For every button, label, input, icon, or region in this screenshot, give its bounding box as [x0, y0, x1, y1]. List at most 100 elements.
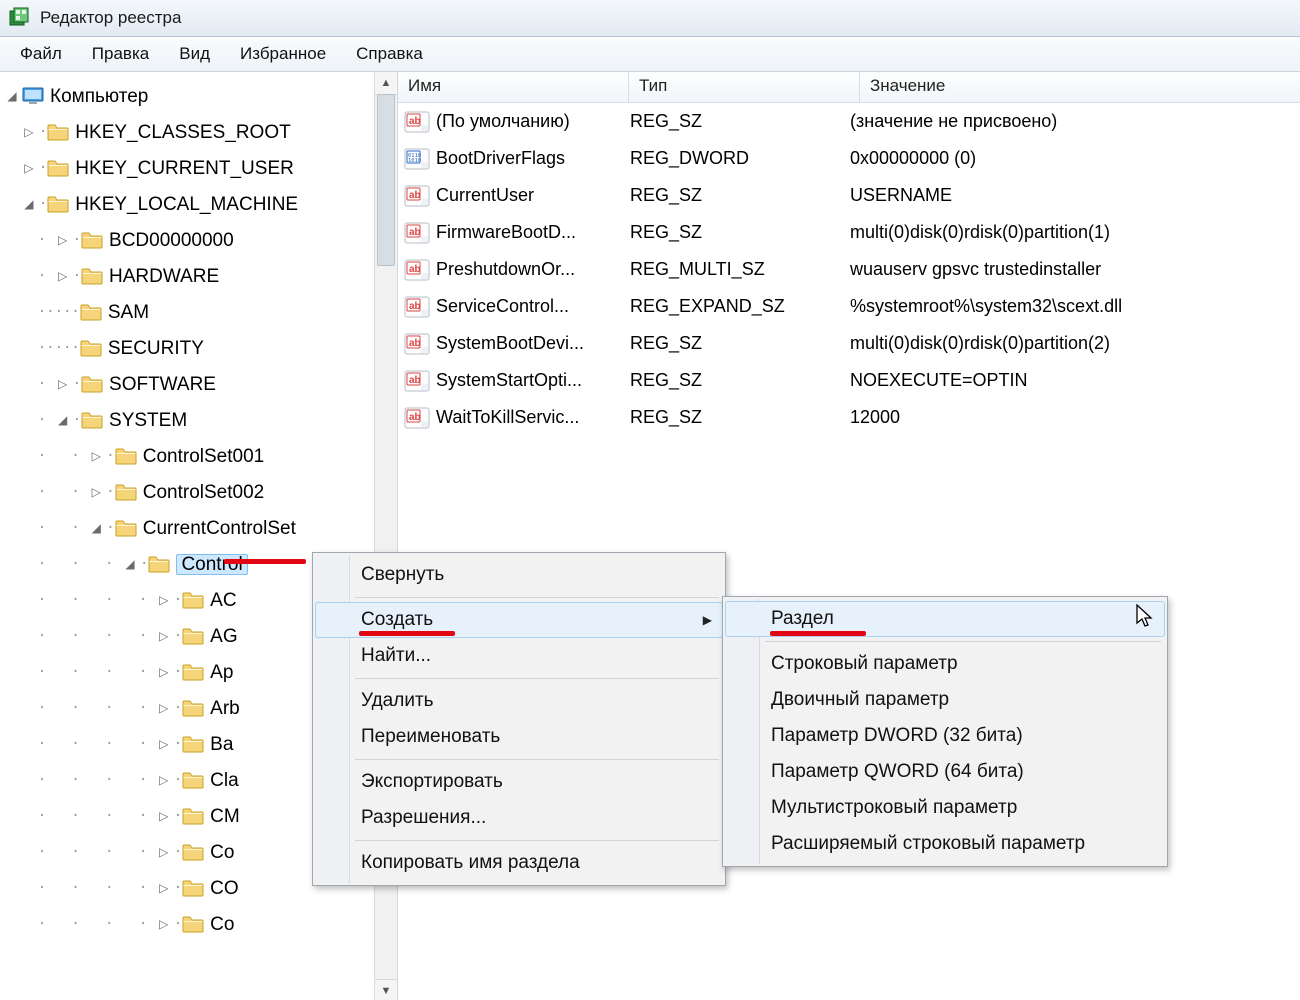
- ctx-perms[interactable]: Разрешения...: [315, 800, 723, 836]
- tree-system[interactable]: · ◢· SYSTEM: [4, 402, 397, 438]
- annotation-underline-create: [359, 631, 455, 636]
- value-type-icon: [404, 222, 430, 244]
- folder-icon: [182, 735, 204, 753]
- value-data: 12000: [850, 407, 1300, 428]
- ctx-create-label: Создать: [361, 609, 433, 630]
- value-type-icon: [404, 370, 430, 392]
- value-type: REG_DWORD: [630, 148, 850, 169]
- value-type: REG_SZ: [630, 407, 850, 428]
- submenu-arrow-icon: ▶: [703, 613, 712, 627]
- col-name[interactable]: Имя: [398, 72, 629, 102]
- folder-icon: [182, 915, 204, 933]
- tree-node-label: AG: [210, 627, 237, 646]
- value-name: PreshutdownOr...: [436, 259, 630, 280]
- tree-software[interactable]: · ▷· SOFTWARE: [4, 366, 397, 402]
- value-row[interactable]: FirmwareBootD...REG_SZmulti(0)disk(0)rdi…: [398, 214, 1300, 251]
- value-row[interactable]: (По умолчанию)REG_SZ(значение не присвое…: [398, 103, 1300, 140]
- value-data: %systemroot%\system32\scext.dll: [850, 296, 1300, 317]
- value-type: REG_EXPAND_SZ: [630, 296, 850, 317]
- window-title: Редактор реестра: [40, 8, 181, 28]
- col-type[interactable]: Тип: [629, 72, 860, 102]
- value-type-icon: [404, 185, 430, 207]
- registry-editor-window: Редактор реестра Файл Правка Вид Избранн…: [0, 0, 1300, 1000]
- tree-node-label: Arb: [210, 699, 240, 718]
- value-data: NOEXECUTE=OPTIN: [850, 370, 1300, 391]
- value-type-icon: [404, 259, 430, 281]
- tree-node-label: CO: [210, 879, 239, 898]
- menu-favorites[interactable]: Избранное: [226, 40, 340, 68]
- folder-icon: [47, 123, 69, 141]
- folder-icon: [81, 231, 103, 249]
- scroll-thumb[interactable]: [377, 94, 395, 266]
- tree-hklm[interactable]: ◢· HKEY_LOCAL_MACHINE: [4, 186, 397, 222]
- menu-file[interactable]: Файл: [6, 40, 76, 68]
- context-menu-main: Свернуть Создать ▶ Найти... Удалить Пере…: [312, 552, 726, 886]
- value-type: REG_SZ: [630, 111, 850, 132]
- value-data: wuauserv gpsvc trustedinstaller: [850, 259, 1300, 280]
- ctx-sub-qword[interactable]: Параметр QWORD (64 бита): [725, 754, 1165, 790]
- menubar: Файл Правка Вид Избранное Справка: [0, 37, 1300, 72]
- value-name: CurrentUser: [436, 185, 630, 206]
- tree-root-computer[interactable]: ◢ Компьютер: [4, 78, 397, 114]
- ctx-delete[interactable]: Удалить: [315, 683, 723, 719]
- ctx-find[interactable]: Найти...: [315, 638, 723, 674]
- value-row[interactable]: SystemBootDevi...REG_SZmulti(0)disk(0)rd…: [398, 325, 1300, 362]
- value-name: WaitToKillServic...: [436, 407, 630, 428]
- value-name: SystemBootDevi...: [436, 333, 630, 354]
- value-row[interactable]: CurrentUserREG_SZUSERNAME: [398, 177, 1300, 214]
- titlebar[interactable]: Редактор реестра: [0, 0, 1300, 37]
- values-header[interactable]: Имя Тип Значение: [398, 72, 1300, 103]
- tree-node-label: Ba: [210, 735, 233, 754]
- tree-hkcr[interactable]: ▷· HKEY_CLASSES_ROOT: [4, 114, 397, 150]
- value-row[interactable]: WaitToKillServic...REG_SZ12000: [398, 399, 1300, 436]
- tree-node-label: CM: [210, 807, 240, 826]
- tree-currentcontrolset[interactable]: · · ◢· CurrentControlSet: [4, 510, 397, 546]
- value-row[interactable]: BootDriverFlagsREG_DWORD0x00000000 (0): [398, 140, 1300, 177]
- tree-sam[interactable]: ····· SAM: [4, 294, 397, 330]
- folder-icon: [148, 555, 170, 573]
- ctx-sub-expand[interactable]: Расширяемый строковый параметр: [725, 826, 1165, 862]
- ctx-sub-dword[interactable]: Параметр DWORD (32 бита): [725, 718, 1165, 754]
- tree-security[interactable]: ····· SECURITY: [4, 330, 397, 366]
- tree-hardware[interactable]: · ▷· HARDWARE: [4, 258, 397, 294]
- menu-view[interactable]: Вид: [165, 40, 224, 68]
- tree-bcd[interactable]: · ▷· BCD00000000: [4, 222, 397, 258]
- scroll-up-icon[interactable]: ▲: [375, 72, 397, 95]
- ctx-collapse[interactable]: Свернуть: [315, 557, 723, 593]
- value-row[interactable]: PreshutdownOr...REG_MULTI_SZwuauserv gps…: [398, 251, 1300, 288]
- tree-controlset002[interactable]: · · ▷· ControlSet002: [4, 474, 397, 510]
- tree-control-child[interactable]: · · · · ▷·Co: [4, 906, 397, 942]
- value-row[interactable]: ServiceControl...REG_EXPAND_SZ%systemroo…: [398, 288, 1300, 325]
- value-type-icon: [404, 111, 430, 133]
- value-row[interactable]: SystemStartOpti...REG_SZ NOEXECUTE=OPTIN: [398, 362, 1300, 399]
- folder-icon: [182, 627, 204, 645]
- tree-controlset001[interactable]: · · ▷· ControlSet001: [4, 438, 397, 474]
- tree-hkcu[interactable]: ▷· HKEY_CURRENT_USER: [4, 150, 397, 186]
- computer-icon: [22, 87, 44, 105]
- value-name: BootDriverFlags: [436, 148, 630, 169]
- menu-help[interactable]: Справка: [342, 40, 437, 68]
- tree-node-label: AC: [210, 591, 236, 610]
- value-type-icon: [404, 148, 430, 170]
- value-name: (По умолчанию): [436, 111, 630, 132]
- context-menu-create-submenu: Раздел Строковый параметр Двоичный парам…: [722, 596, 1168, 867]
- folder-icon: [115, 483, 137, 501]
- scroll-down-icon[interactable]: ▼: [375, 979, 397, 1000]
- mouse-cursor-icon: [1136, 604, 1156, 630]
- folder-icon: [182, 663, 204, 681]
- ctx-export[interactable]: Экспортировать: [315, 764, 723, 800]
- folder-icon: [81, 411, 103, 429]
- value-name: ServiceControl...: [436, 296, 630, 317]
- menu-edit[interactable]: Правка: [78, 40, 163, 68]
- value-type: REG_SZ: [630, 222, 850, 243]
- ctx-rename[interactable]: Переименовать: [315, 719, 723, 755]
- folder-icon: [81, 375, 103, 393]
- value-data: USERNAME: [850, 185, 1300, 206]
- ctx-sub-binary[interactable]: Двоичный параметр: [725, 682, 1165, 718]
- ctx-sub-string[interactable]: Строковый параметр: [725, 646, 1165, 682]
- folder-icon: [182, 591, 204, 609]
- col-value[interactable]: Значение: [860, 72, 1300, 102]
- folder-icon: [182, 771, 204, 789]
- ctx-copyname[interactable]: Копировать имя раздела: [315, 845, 723, 881]
- ctx-sub-multi[interactable]: Мультистроковый параметр: [725, 790, 1165, 826]
